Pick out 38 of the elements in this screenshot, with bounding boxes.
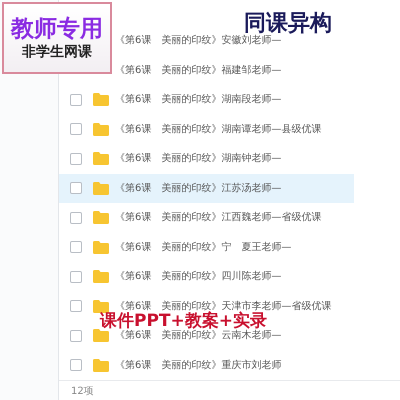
folder-icon bbox=[93, 358, 109, 372]
checkbox[interactable] bbox=[70, 152, 82, 165]
folder-icon bbox=[93, 211, 109, 224]
checkbox[interactable] bbox=[70, 270, 82, 283]
promo-caption: 课件PPT+教案+实录 bbox=[100, 313, 268, 330]
file-name: 《第6课 美丽的印纹》湖南钟老师— bbox=[115, 153, 282, 164]
file-name: 《第6课 美丽的印纹》云南木老师— bbox=[115, 330, 282, 342]
promo-heading: 同课异构 bbox=[244, 9, 332, 36]
file-row[interactable]: 《第6课 美丽的印纹》江苏汤老师— bbox=[59, 174, 354, 203]
folder-icon bbox=[93, 270, 109, 284]
checkbox[interactable] bbox=[70, 182, 82, 194]
checkbox[interactable] bbox=[70, 359, 82, 372]
badge-title: 教师专用 bbox=[11, 18, 103, 40]
folder-icon bbox=[93, 152, 109, 166]
item-count: 12项 bbox=[71, 384, 94, 398]
folder-icon bbox=[93, 300, 109, 313]
folder-icon bbox=[93, 93, 109, 106]
file-name: 《第6课 美丽的印纹》江苏汤老师— bbox=[115, 182, 282, 194]
checkbox[interactable] bbox=[70, 241, 82, 254]
checkbox[interactable] bbox=[70, 300, 82, 312]
checkbox[interactable] bbox=[70, 330, 82, 342]
file-name: 《第6课 美丽的印纹》重庆市刘老师 bbox=[115, 360, 282, 371]
file-name: 《第6课 美丽的印纹》天津市李老师—省级优课 bbox=[115, 300, 332, 312]
file-name: 《第6课 美丽的印纹》安徽刘老师— bbox=[115, 35, 282, 46]
file-name: 《第6课 美丽的印纹》湖南谭老师—县级优课 bbox=[115, 124, 322, 135]
folder-icon bbox=[93, 240, 109, 254]
checkbox[interactable] bbox=[70, 123, 82, 136]
file-name: 《第6课 美丽的印纹》宁 夏王老师— bbox=[115, 242, 292, 253]
checkbox[interactable] bbox=[70, 94, 82, 106]
folder-icon bbox=[93, 182, 109, 195]
folder-icon bbox=[93, 122, 109, 136]
checkbox[interactable] bbox=[70, 212, 82, 224]
badge-subtitle: 非学生网课 bbox=[22, 44, 92, 58]
file-name: 《第6课 美丽的印纹》湖南段老师— bbox=[115, 94, 282, 106]
file-name: 《第6课 美丽的印纹》四川陈老师— bbox=[115, 271, 282, 282]
file-name: 《第6课 美丽的印纹》福建邹老师— bbox=[115, 64, 282, 76]
folder-icon bbox=[93, 329, 109, 342]
file-name: 《第6课 美丽的印纹》江西魏老师—省级优课 bbox=[115, 212, 322, 224]
